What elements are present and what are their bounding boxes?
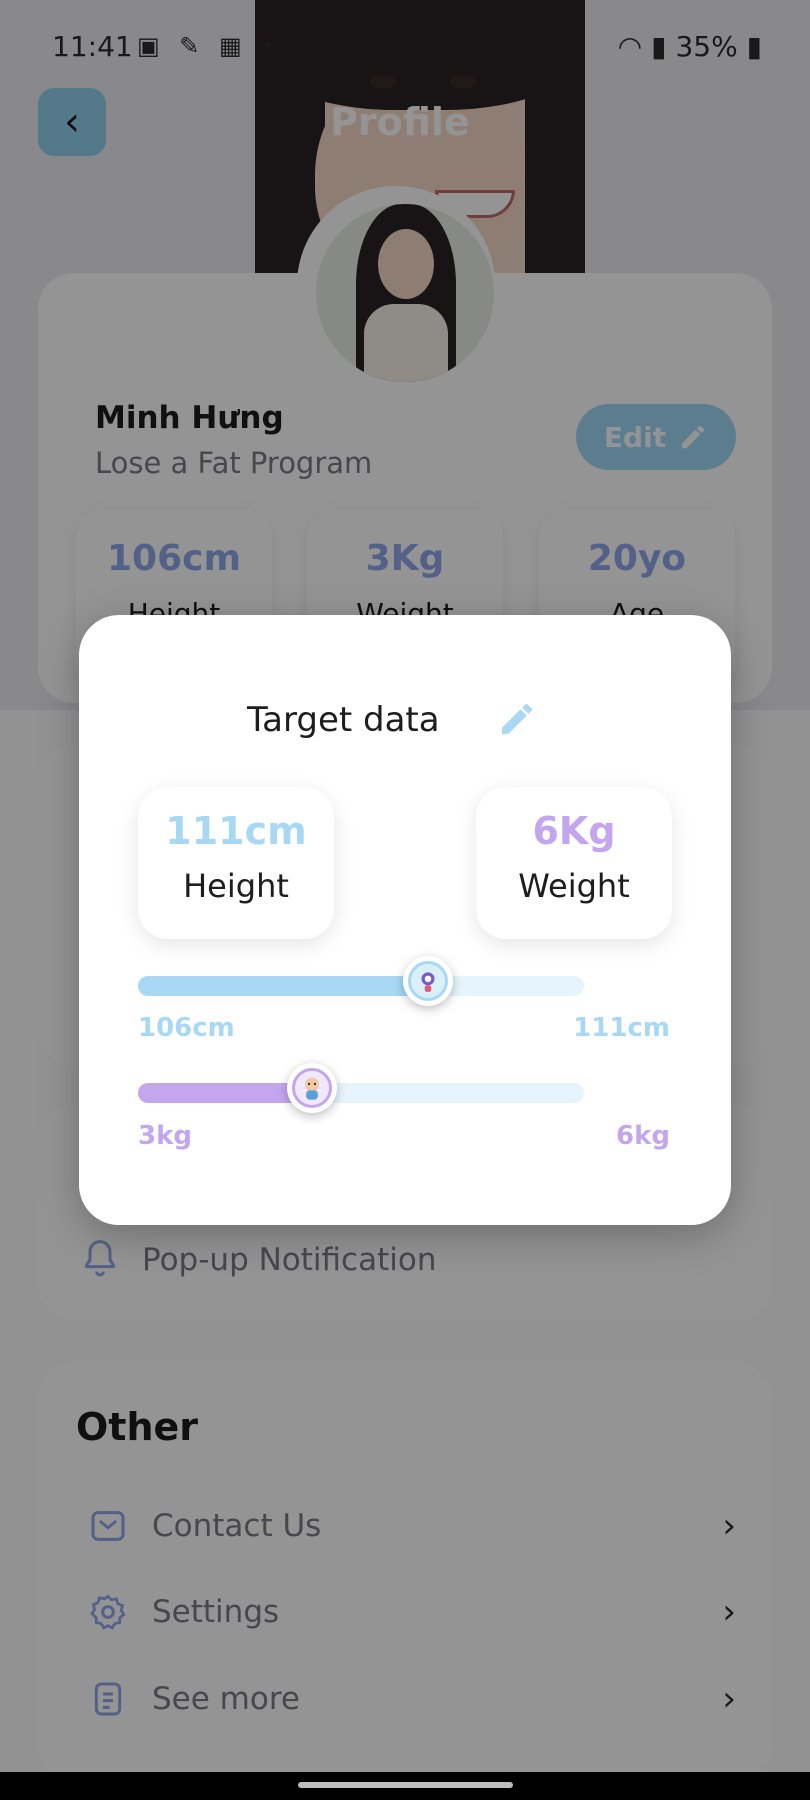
target-weight-value: 6Kg (532, 809, 616, 853)
target-weight-box: 6Kg Weight (476, 787, 672, 939)
height-slider-handle[interactable] (402, 956, 453, 1006)
target-height-label: Height (183, 867, 289, 905)
target-height-value: 111cm (165, 809, 307, 853)
height-slider[interactable] (138, 956, 584, 1006)
home-indicator[interactable] (298, 1782, 513, 1788)
height-slider-fill (138, 976, 428, 996)
weight-character-icon (304, 1077, 319, 1100)
height-min-label: 106cm (138, 1013, 235, 1043)
weight-slider-handle[interactable] (286, 1063, 337, 1113)
pencil-icon[interactable] (497, 699, 537, 739)
height-max-label: 111cm (573, 1013, 670, 1043)
target-data-dialog: Target data 111cm Height 6Kg Weight 106c… (79, 615, 731, 1225)
target-weight-label: Weight (518, 867, 630, 905)
height-character-icon (421, 972, 435, 992)
weight-min-label: 3kg (138, 1121, 192, 1151)
dialog-title: Target data (247, 700, 440, 740)
weight-slider[interactable] (138, 1063, 584, 1113)
weight-slider-fill (138, 1083, 312, 1103)
target-height-box: 111cm Height (138, 787, 334, 939)
weight-max-label: 6kg (616, 1121, 670, 1151)
